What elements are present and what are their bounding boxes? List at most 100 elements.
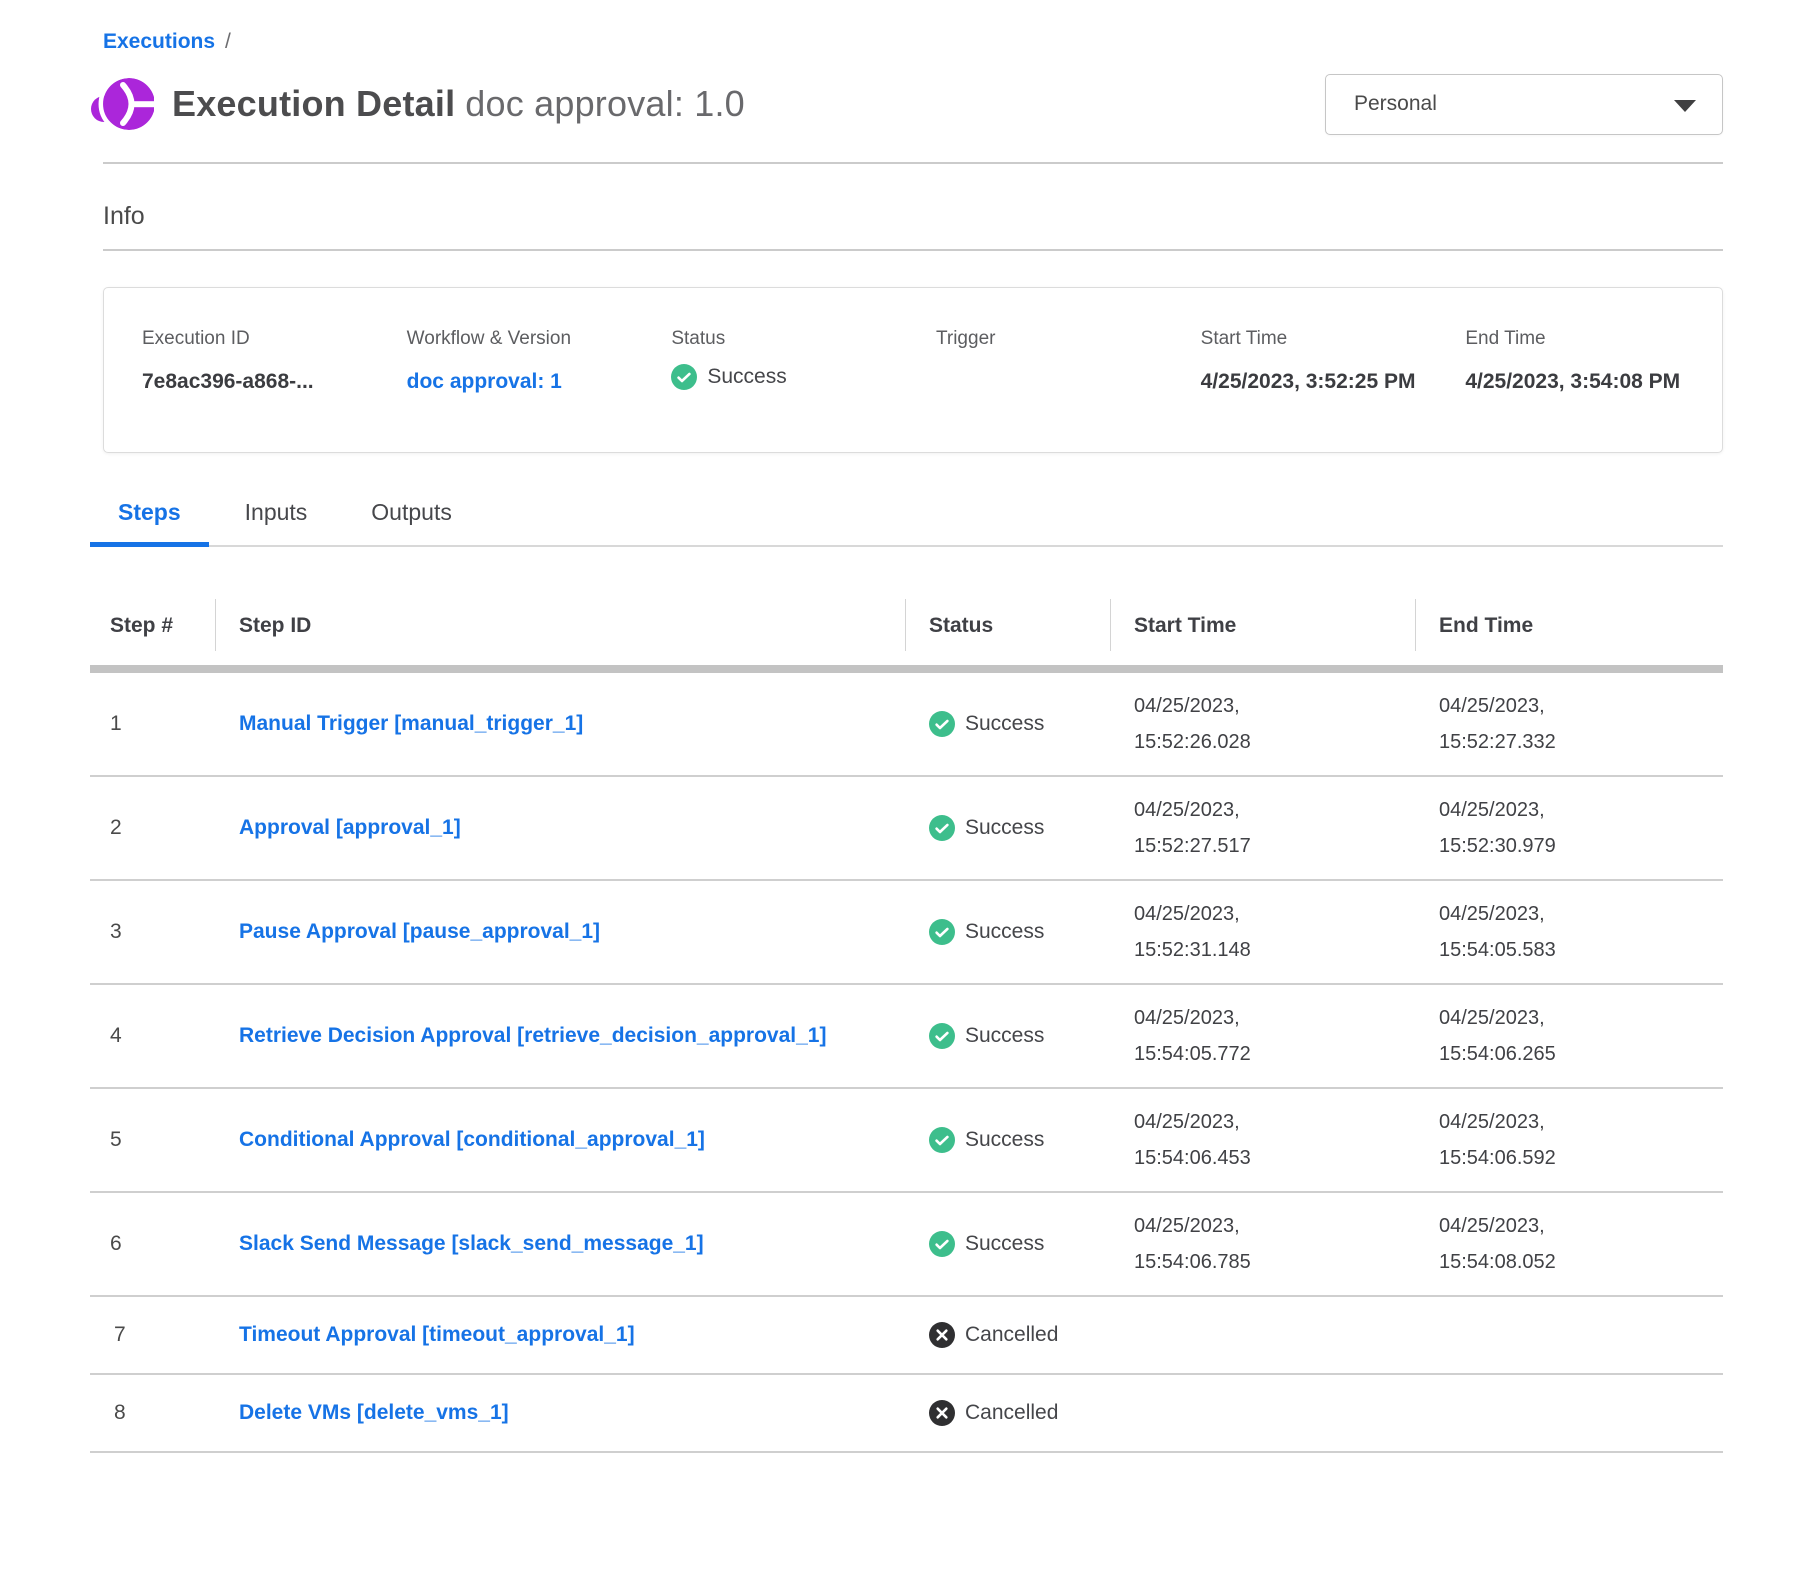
table-row: 6 Slack Send Message [slack_send_message… [90,1192,1723,1296]
page-subtitle: doc approval: 1.0 [465,83,745,124]
start-time-cell [1110,1374,1415,1452]
page-title: Execution Detaildoc approval: 1.0 [172,83,745,125]
end-date-line: 04/25/2023, [1439,1208,1699,1244]
start-clock-line: 15:52:31.148 [1134,932,1391,968]
step-number: 2 [90,776,215,880]
steps-table-header-row: Step # Step ID Status Start Time End Tim… [90,595,1723,669]
title-row: Execution Detaildoc approval: 1.0 Person… [90,72,1723,136]
steps-table: Step # Step ID Status Start Time End Tim… [90,595,1723,1453]
start-time-cell [1110,1296,1415,1374]
status-cell: Success [905,1088,1110,1192]
status-label: Success [965,1232,1044,1256]
start-date-line: 04/25/2023, [1134,1000,1391,1036]
start-clock-line: 15:54:06.453 [1134,1140,1391,1176]
table-row: 1 Manual Trigger [manual_trigger_1] Succ… [90,669,1723,776]
end-time-cell: 04/25/2023, 15:54:06.265 [1415,984,1723,1088]
breadcrumb-executions-link[interactable]: Executions [103,30,215,53]
status-cell: Success [905,776,1110,880]
status-label: Success [965,920,1044,944]
start-clock-line: 15:54:05.772 [1134,1036,1391,1072]
start-time-cell: 04/25/2023, 15:54:05.772 [1110,984,1415,1088]
end-clock-line: 15:54:06.592 [1439,1140,1699,1176]
step-id-link[interactable]: Delete VMs [delete_vms_1] [239,1395,509,1431]
status-label: Cancelled [965,1401,1058,1425]
start-time-cell: 04/25/2023, 15:52:31.148 [1110,880,1415,984]
info-section-title: Info [103,202,1723,231]
col-start-time: Start Time [1110,595,1415,669]
page-title-text: Execution Detail [172,83,455,124]
info-card: Execution ID 7e8ac396-a868-... Workflow … [103,287,1723,453]
step-number: 8 [90,1374,215,1452]
status-success-icon [929,1231,955,1257]
step-number: 4 [90,984,215,1088]
step-id-link[interactable]: Retrieve Decision Approval [retrieve_dec… [239,1018,826,1054]
start-date-line: 04/25/2023, [1134,1208,1391,1244]
table-row: 7 Timeout Approval [timeout_approval_1] … [90,1296,1723,1374]
workflow-brand-icon [90,72,154,136]
tab-outputs[interactable]: Outputs [371,499,452,545]
table-row: 2 Approval [approval_1] Success 04/25/20… [90,776,1723,880]
end-date-line: 04/25/2023, [1439,1000,1699,1036]
info-field-workflow-version: Workflow & Version doc approval: 1 [407,328,664,418]
info-field-trigger: Trigger [936,328,1193,418]
steps-table-body: 1 Manual Trigger [manual_trigger_1] Succ… [90,669,1723,1452]
table-row: 5 Conditional Approval [conditional_appr… [90,1088,1723,1192]
tab-inputs[interactable]: Inputs [245,499,308,545]
status-success-icon [929,815,955,841]
end-clock-line: 15:52:30.979 [1439,828,1699,864]
end-time-value: 4/25/2023, 3:54:08 PM [1465,364,1722,399]
workflow-version-link[interactable]: doc approval: 1 [407,364,592,399]
tab-steps[interactable]: Steps [90,499,209,547]
step-id-link[interactable]: Approval [approval_1] [239,810,461,846]
status-cell: Success [905,1192,1110,1296]
status-label: Success [965,1128,1044,1152]
info-field-status: Status Success [671,328,928,418]
end-time-cell: 04/25/2023, 15:52:27.332 [1415,669,1723,776]
status-success-icon [929,1127,955,1153]
start-clock-line: 15:54:06.785 [1134,1244,1391,1280]
execution-detail-page: Executions/ Execution Detaildoc approval… [0,0,1808,1582]
end-time-cell [1415,1374,1723,1452]
step-number: 1 [90,669,215,776]
start-date-line: 04/25/2023, [1134,688,1391,724]
tabs: Steps Inputs Outputs [90,499,1723,547]
status-cell: Success [905,669,1110,776]
status-success-icon [929,919,955,945]
step-id-link[interactable]: Pause Approval [pause_approval_1] [239,914,600,950]
workspace-select[interactable]: Personal [1325,74,1723,135]
step-id-link[interactable]: Manual Trigger [manual_trigger_1] [239,706,583,742]
status-cell: Cancelled [905,1296,1110,1374]
status-value: Success [707,365,786,389]
step-id-link[interactable]: Slack Send Message [slack_send_message_1… [239,1226,704,1262]
status-success-icon [929,1023,955,1049]
status-cell: Cancelled [905,1374,1110,1452]
end-date-line: 04/25/2023, [1439,688,1699,724]
info-field-start-time: Start Time 4/25/2023, 3:52:25 PM [1201,328,1458,418]
end-time-cell: 04/25/2023, 15:54:05.583 [1415,880,1723,984]
info-divider [103,249,1723,251]
start-clock-line: 15:52:26.028 [1134,724,1391,760]
info-field-execution-id: Execution ID 7e8ac396-a868-... [142,328,399,418]
end-date-line: 04/25/2023, [1439,896,1699,932]
step-number: 3 [90,880,215,984]
start-time-cell: 04/25/2023, 15:52:27.517 [1110,776,1415,880]
start-date-line: 04/25/2023, [1134,896,1391,932]
col-end-time: End Time [1415,595,1723,669]
step-number: 6 [90,1192,215,1296]
end-clock-line: 15:54:05.583 [1439,932,1699,968]
status-label: Cancelled [965,1323,1058,1347]
end-clock-line: 15:54:08.052 [1439,1244,1699,1280]
end-date-line: 04/25/2023, [1439,792,1699,828]
end-time-cell: 04/25/2023, 15:54:08.052 [1415,1192,1723,1296]
step-id-link[interactable]: Conditional Approval [conditional_approv… [239,1122,705,1158]
step-id-link[interactable]: Timeout Approval [timeout_approval_1] [239,1317,635,1353]
status-cancelled-icon [929,1400,955,1426]
status-cell: Success [905,984,1110,1088]
col-status: Status [905,595,1110,669]
workspace-select-value: Personal [1354,92,1437,116]
end-time-cell: 04/25/2023, 15:52:30.979 [1415,776,1723,880]
step-number: 5 [90,1088,215,1192]
col-step-id: Step ID [215,595,905,669]
breadcrumb: Executions/ [90,30,1723,54]
end-time-cell: 04/25/2023, 15:54:06.592 [1415,1088,1723,1192]
